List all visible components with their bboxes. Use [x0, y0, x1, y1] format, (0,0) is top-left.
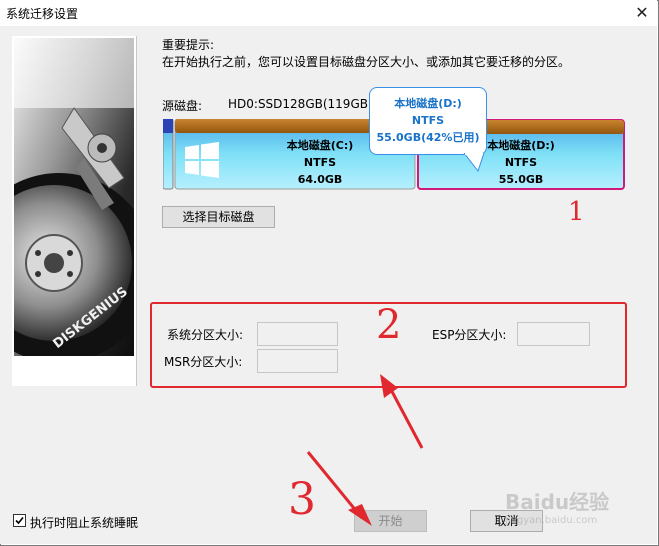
watermark-text: Baidu经验	[505, 490, 610, 514]
windows-icon	[183, 141, 221, 179]
tooltip-name: 本地磁盘(D:)	[394, 97, 462, 110]
annotation-number-1: 1	[568, 197, 585, 227]
checkbox-icon[interactable]	[13, 514, 26, 527]
annotation-arrows	[306, 374, 424, 526]
hard-disk-illustration: DISKGENIUS	[14, 38, 134, 356]
partition-c-fs: NTFS	[303, 156, 337, 169]
partition-d-size: 55.0GB	[498, 173, 544, 186]
hint-heading: 重要提示:	[162, 38, 215, 52]
partition-d-fs: NTFS	[504, 156, 538, 169]
annotation-number-2: 2	[376, 302, 402, 348]
close-icon[interactable]: ✕	[627, 0, 657, 26]
watermark-sub: jingyan.baidu.com	[505, 515, 598, 526]
tooltip-fs: NTFS	[411, 114, 445, 127]
panel-separator	[136, 36, 137, 386]
partition-tooltip: 本地磁盘(D:) NTFS 55.0GB(42%已用)	[369, 87, 487, 155]
prevent-sleep-label[interactable]: 执行时阻止系统睡眠	[30, 514, 138, 531]
source-disk-label: 源磁盘:	[162, 99, 203, 113]
hint-text: 在开始执行之前，您可以设置目标磁盘分区大小、或添加其它要迁移的分区。	[162, 55, 571, 69]
select-target-disk-button[interactable]: 选择目标磁盘	[162, 206, 275, 228]
tooltip-detail: 55.0GB(42%已用)	[376, 131, 480, 144]
partition-c-size: 64.0GB	[297, 173, 343, 186]
tooltip-pointer	[463, 153, 485, 173]
window-title: 系统迁移设置	[6, 7, 79, 21]
title-bar[interactable]: 系统迁移设置 ✕	[0, 0, 657, 26]
watermark: Baidu经验 jingyan.baidu.com	[505, 486, 609, 526]
source-disk-value: HD0:SSD128GB(119GB)	[228, 97, 373, 111]
